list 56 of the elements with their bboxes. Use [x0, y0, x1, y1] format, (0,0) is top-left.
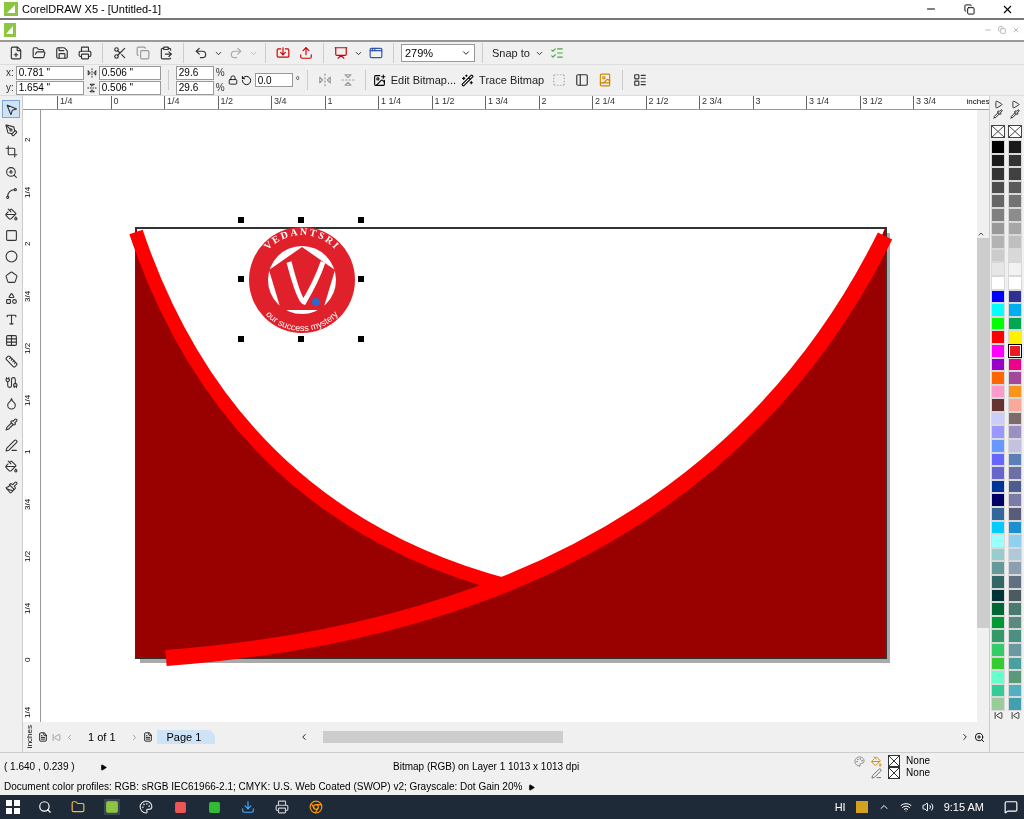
- ruler-label: 1/4: [23, 601, 33, 616]
- ruler-units: inches: [25, 725, 34, 749]
- language-indicator[interactable]: HI: [834, 801, 846, 813]
- ruler-label: 1 1/4: [380, 96, 402, 107]
- trace-bitmap-button[interactable]: Trace Bitmap: [477, 70, 547, 90]
- outline-value: None: [906, 767, 930, 779]
- height-field[interactable]: 0.506 ": [98, 80, 161, 95]
- scale-y-field[interactable]: 29.6: [175, 80, 214, 95]
- fill-value: None: [906, 755, 930, 767]
- ruler-label: 1/4: [166, 96, 180, 107]
- window-title: CorelDRAW X5 - [Untitled-1]: [22, 3, 162, 15]
- ruler-label: 1/4: [23, 185, 33, 200]
- ruler-label: 2: [23, 240, 33, 249]
- ruler-label: 1/2: [23, 549, 33, 564]
- x-position-field[interactable]: 0.781 ": [15, 65, 84, 80]
- edit-bitmap-button[interactable]: Edit Bitmap...: [388, 70, 459, 90]
- rotation-field[interactable]: 0.0: [254, 73, 293, 87]
- ruler-units: inches: [966, 96, 989, 107]
- ruler-label: 1 1/2: [433, 96, 455, 107]
- ruler-label: 1/4: [23, 705, 33, 720]
- percent-label: %: [215, 67, 225, 78]
- selection-info: Bitmap (RGB) on Layer 1 1013 x 1013 dpi: [393, 761, 580, 773]
- ruler-label: 2 3/4: [701, 96, 723, 107]
- ruler-label: 1/2: [23, 341, 33, 356]
- percent-label: %: [215, 82, 225, 93]
- width-field[interactable]: 0.506 ": [98, 65, 161, 80]
- ruler-label: 1/4: [23, 393, 33, 408]
- ruler-label: 3 3/4: [915, 96, 937, 107]
- page-tab[interactable]: Page 1: [156, 730, 216, 744]
- ruler-label: 3: [754, 96, 761, 107]
- ruler-label: 1/2: [219, 96, 233, 107]
- ruler-label: 3/4: [23, 497, 33, 512]
- ruler-label: 3/4: [273, 96, 287, 107]
- clock[interactable]: 9:15 AM: [943, 801, 984, 813]
- ruler-label: 1 3/4: [487, 96, 509, 107]
- ruler-label: 2 1/4: [594, 96, 616, 107]
- y-position-field[interactable]: 1.654 ": [15, 80, 84, 95]
- ruler-label: 0: [23, 656, 33, 665]
- ruler-label: 1: [23, 448, 33, 457]
- ruler-label: 1: [326, 96, 333, 107]
- color-profiles-text: Document color profiles: RGB: sRGB IEC61966-2.1; CMYK: U.S. Web Coated (SWOP) v2; Grayscale: Dot Gain 20%: [4, 781, 523, 793]
- y-label: y:: [6, 82, 14, 93]
- degree-label: °: [295, 74, 300, 86]
- ruler-label: 2: [23, 136, 33, 145]
- ruler-label: 3 1/4: [808, 96, 830, 107]
- page-counter: 1 of 1: [87, 731, 117, 743]
- cursor-coordinates: ( 1.640 , 0.239 ): [4, 761, 76, 773]
- ruler-label: 2 1/2: [647, 96, 669, 107]
- x-label: x:: [6, 67, 14, 78]
- ruler-label: 3/4: [23, 289, 33, 304]
- snap-to-button[interactable]: Snap to: [490, 43, 532, 63]
- ruler-label: 1/4: [59, 96, 73, 107]
- ruler-label: 2: [540, 96, 547, 107]
- scale-x-field[interactable]: 29.6: [175, 65, 214, 80]
- ruler-label: 3 1/2: [861, 96, 883, 107]
- ruler-label: 0: [112, 96, 119, 107]
